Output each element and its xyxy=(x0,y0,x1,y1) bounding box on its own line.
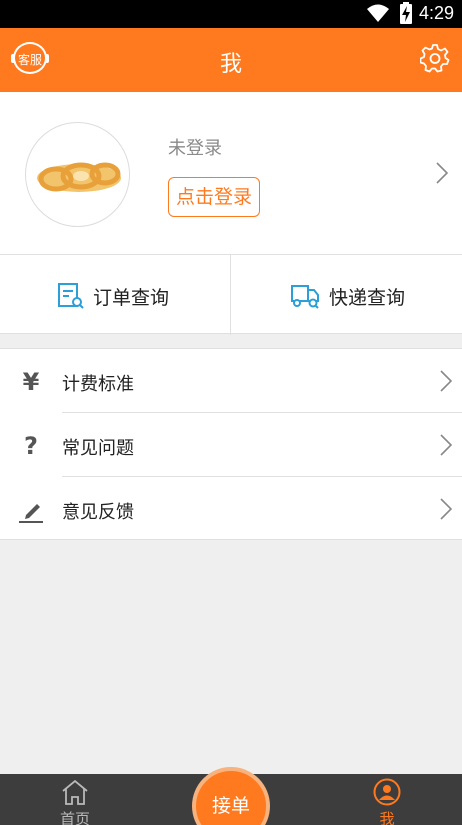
menu-item-label: 意见反馈 xyxy=(62,502,134,523)
order-search-icon xyxy=(58,283,84,309)
tab-me[interactable]: 我 xyxy=(342,774,432,825)
tab-home[interactable]: 首页 xyxy=(30,774,120,825)
tab-me-label: 我 xyxy=(379,810,395,825)
menu-item-label: 计费标准 xyxy=(62,374,134,395)
avatar[interactable] xyxy=(25,122,130,227)
order-query-button[interactable]: 订单查询 xyxy=(0,255,230,335)
chevron-right-icon xyxy=(440,370,452,392)
settings-menu: ¥ 计费标准 ? 常见问题 意见反馈 xyxy=(0,348,462,540)
page-title: 我 xyxy=(219,52,242,77)
menu-item-label: 常见问题 xyxy=(62,438,134,459)
user-icon xyxy=(373,778,401,806)
top-bar: 客服 我 xyxy=(0,28,462,92)
chevron-right-icon xyxy=(440,434,452,456)
wifi-icon xyxy=(367,4,389,22)
delivery-truck-icon xyxy=(291,285,319,309)
clock: 4:29 xyxy=(418,3,454,23)
cloud-logo-icon xyxy=(37,162,121,192)
gear-icon[interactable] xyxy=(420,43,450,73)
battery-icon xyxy=(400,2,412,24)
menu-item-faq[interactable]: ? 常见问题 xyxy=(0,413,462,477)
profile-card[interactable]: 未登录 点击登录 xyxy=(0,92,462,254)
login-button[interactable]: 点击登录 xyxy=(168,177,260,217)
delivery-query-label: 快递查询 xyxy=(329,287,406,309)
quick-actions: 订单查询 快递查询 xyxy=(0,254,462,335)
delivery-query-button[interactable]: 快递查询 xyxy=(231,255,461,335)
menu-item-pricing[interactable]: ¥ 计费标准 xyxy=(0,349,462,413)
chevron-right-icon xyxy=(436,162,448,184)
question-icon: ? xyxy=(24,432,38,460)
pencil-icon xyxy=(19,504,43,523)
chevron-right-icon xyxy=(440,498,452,520)
tab-home-label: 首页 xyxy=(59,810,90,825)
login-status: 未登录 xyxy=(168,138,222,159)
yen-icon: ¥ xyxy=(22,368,40,396)
order-query-label: 订单查询 xyxy=(93,287,170,309)
menu-item-feedback[interactable]: 意见反馈 xyxy=(0,477,462,541)
home-icon xyxy=(62,779,88,805)
status-bar: 4:29 xyxy=(0,0,462,28)
